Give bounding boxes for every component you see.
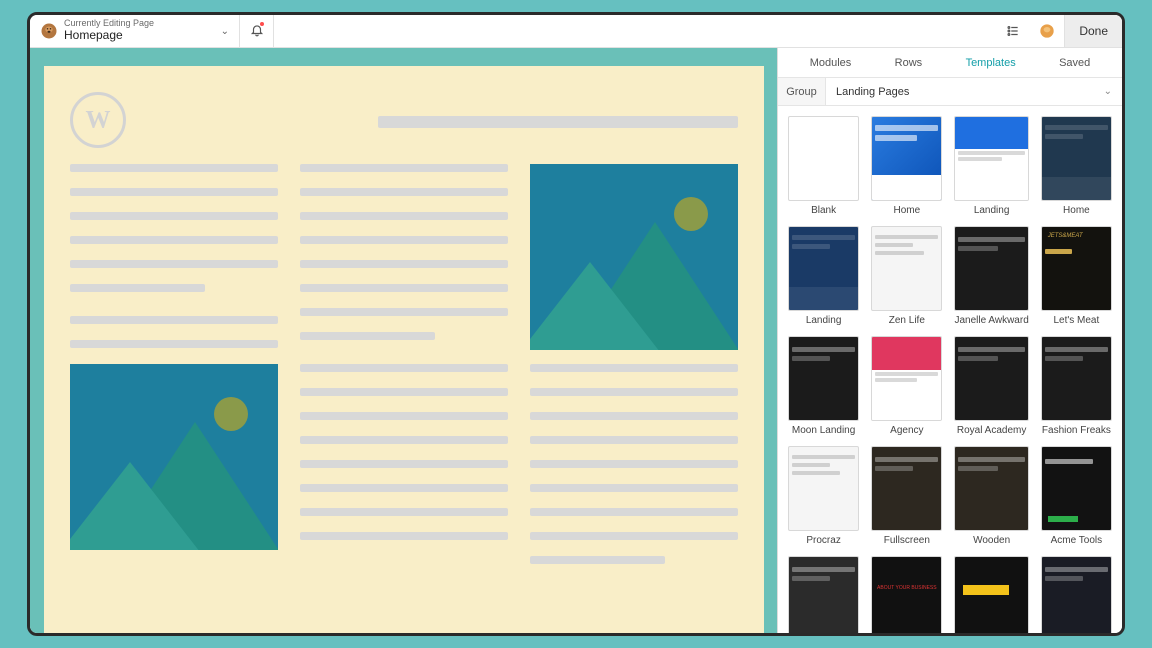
template-thumb — [954, 226, 1028, 311]
template-thumb — [1041, 336, 1112, 421]
template-item[interactable]: JETS&MEAT Let's Meat — [1041, 226, 1112, 326]
templates-scroll[interactable]: Blank Home Landing Home Landing Zen Life Janel… — [778, 106, 1122, 633]
template-thumb — [954, 116, 1028, 201]
group-select-value: Landing Pages — [836, 86, 909, 98]
template-item[interactable]: Zen Life — [871, 226, 942, 326]
template-name: Janelle Awkward — [954, 315, 1028, 326]
template-name: Wooden — [973, 535, 1010, 546]
page-title: Homepage — [64, 29, 154, 42]
group-select[interactable]: Landing Pages ⌄ — [826, 86, 1122, 98]
template-thumb — [788, 446, 859, 531]
template-item[interactable]: Royal Academy — [954, 336, 1028, 436]
tab-templates[interactable]: Templates — [956, 57, 1026, 69]
wordpress-logo-icon: W — [70, 92, 126, 148]
template-thumb — [871, 336, 942, 421]
template-name: Fashion Freaks — [1042, 425, 1111, 436]
svg-text:W: W — [85, 107, 110, 134]
col-right — [530, 164, 738, 580]
app-window: Currently Editing Page Homepage ⌄ Done — [27, 12, 1125, 636]
template-thumb: JETS&MEAT — [1041, 226, 1112, 311]
template-thumb — [1041, 446, 1112, 531]
template-name: Home — [1063, 205, 1090, 216]
main: W — [30, 48, 1122, 633]
template-thumb — [788, 336, 859, 421]
template-name: Agency — [890, 425, 923, 436]
done-button[interactable]: Done — [1064, 15, 1122, 47]
template-name: Procraz — [806, 535, 840, 546]
done-button-label: Done — [1079, 24, 1108, 38]
beaver-builder-logo-icon — [40, 22, 58, 40]
layout-settings-button[interactable] — [996, 15, 1030, 47]
template-item[interactable]: Wooden — [954, 446, 1028, 546]
template-thumb: ABOUT YOUR BUSINESS — [871, 556, 942, 633]
template-name: Let's Meat — [1053, 315, 1099, 326]
template-item[interactable]: Fullscreen — [871, 446, 942, 546]
template-name: Home — [893, 205, 920, 216]
group-filter: Group Landing Pages ⌄ — [778, 78, 1122, 106]
template-thumb — [1041, 556, 1112, 633]
template-item[interactable]: Landing — [954, 116, 1028, 216]
tab-saved[interactable]: Saved — [1049, 57, 1100, 69]
template-item[interactable]: Home — [871, 116, 942, 216]
template-item[interactable]: Landing — [788, 226, 859, 326]
content-panel: Modules Rows Templates Saved Group Landi… — [777, 48, 1122, 633]
template-name: Acme Tools — [1051, 535, 1103, 546]
templates-grid: Blank Home Landing Home Landing Zen Life Janel… — [788, 116, 1112, 633]
chevron-down-icon: ⌄ — [1104, 86, 1112, 97]
page-info: Currently Editing Page Homepage — [64, 19, 154, 42]
template-thumb — [788, 116, 859, 201]
template-item[interactable]: ABOUT YOUR BUSINESSAbout — [871, 556, 942, 633]
tab-rows[interactable]: Rows — [885, 57, 933, 69]
template-item[interactable]: Home — [1041, 116, 1112, 216]
template-item[interactable]: Blank — [788, 116, 859, 216]
template-item[interactable]: Fashion Freaks — [1041, 336, 1112, 436]
content-panel-toggle[interactable] — [1030, 15, 1064, 47]
template-name: Royal Academy — [957, 425, 1026, 436]
template-name: Landing — [806, 315, 842, 326]
template-item[interactable]: DJ Beaver — [954, 556, 1028, 633]
page-switcher[interactable]: Currently Editing Page Homepage ⌄ — [30, 15, 240, 47]
topbar: Currently Editing Page Homepage ⌄ Done — [30, 15, 1122, 48]
panel-tabs: Modules Rows Templates Saved — [778, 48, 1122, 78]
page-preview: W — [44, 66, 764, 633]
template-thumb — [954, 446, 1028, 531]
template-name: Zen Life — [889, 315, 925, 326]
col-left — [70, 164, 278, 580]
template-item[interactable]: Agency — [871, 336, 942, 436]
template-thumb — [1041, 116, 1112, 201]
template-thumb — [788, 226, 859, 311]
template-name: Moon Landing — [792, 425, 855, 436]
template-thumb — [871, 226, 942, 311]
template-thumb — [954, 556, 1028, 633]
image-placeholder — [530, 164, 738, 350]
editor-canvas[interactable]: W — [30, 48, 777, 633]
notifications-button[interactable] — [240, 15, 274, 47]
template-thumb — [788, 556, 859, 633]
col-mid — [300, 164, 508, 580]
template-thumb — [954, 336, 1028, 421]
notification-dot-icon — [260, 22, 264, 26]
template-name: Blank — [811, 205, 836, 216]
chevron-down-icon[interactable]: ⌄ — [221, 26, 229, 37]
topbar-right: Done — [996, 15, 1122, 47]
template-item[interactable]: Janelle Awkward — [954, 226, 1028, 326]
template-name: Fullscreen — [884, 535, 930, 546]
group-label: Group — [778, 78, 826, 105]
tab-modules[interactable]: Modules — [800, 57, 862, 69]
template-item[interactable]: Procraz — [788, 446, 859, 546]
image-placeholder — [70, 364, 278, 550]
template-item[interactable]: Night — [1041, 556, 1112, 633]
template-name: Landing — [974, 205, 1010, 216]
template-item[interactable]: Moon Landing — [788, 336, 859, 436]
template-item[interactable]: Acme Tools — [1041, 446, 1112, 546]
template-thumb — [871, 446, 942, 531]
template-thumb — [871, 116, 942, 201]
title-placeholder — [378, 116, 738, 128]
template-item[interactable]: Motorcity — [788, 556, 859, 633]
